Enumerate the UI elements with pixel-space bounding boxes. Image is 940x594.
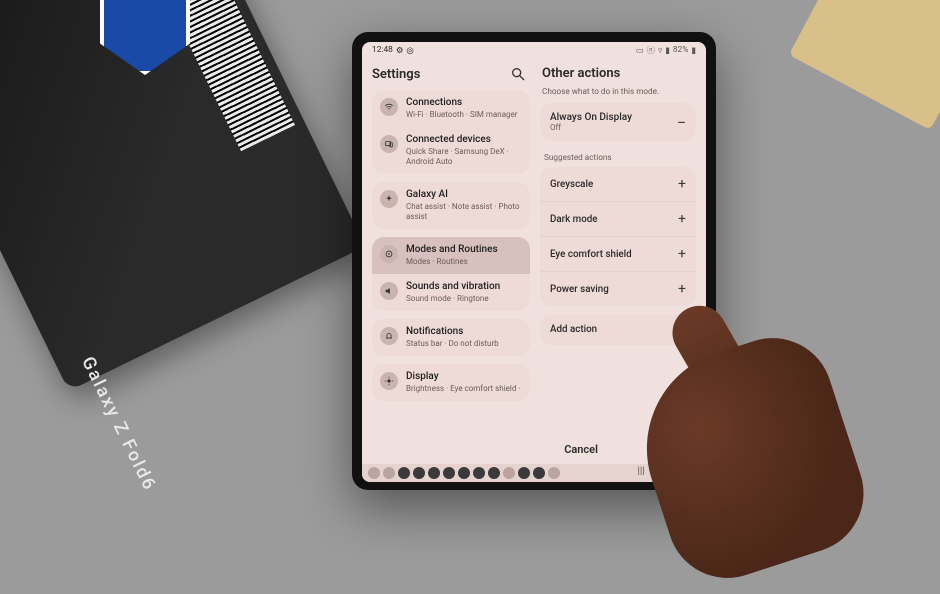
add-icon: + xyxy=(678,246,686,262)
settings-group: Modes and Routines Modes · Routines Soun… xyxy=(372,237,530,311)
settings-item-galaxy-ai[interactable]: Galaxy AI Chat assist · Note assist · Ph… xyxy=(372,182,530,229)
taskbar-app-icon[interactable] xyxy=(503,467,515,479)
wifi-icon: ▿ xyxy=(658,45,662,56)
settings-item-notifications[interactable]: Notifications Status bar · Do not distur… xyxy=(372,319,530,356)
sound-icon xyxy=(380,282,398,300)
taskbar-app-icon[interactable] xyxy=(398,467,410,479)
add-icon: + xyxy=(678,281,686,297)
action-always-on-display[interactable]: Always On Display Off − xyxy=(540,103,696,141)
suggestion-label: Dark mode xyxy=(550,214,598,225)
item-subtitle: Modes · Routines xyxy=(406,257,498,267)
devices-icon xyxy=(380,135,398,153)
item-title: Notifications xyxy=(406,326,499,338)
item-title: Display xyxy=(406,371,520,383)
item-subtitle: Status bar · Do not disturb xyxy=(406,339,499,349)
add-icon: + xyxy=(678,176,686,192)
bell-icon xyxy=(380,327,398,345)
item-subtitle: Wi-Fi · Bluetooth · SIM manager xyxy=(406,110,517,120)
status-indicator-icon: ⚙ xyxy=(396,45,404,56)
card-title: Always On Display xyxy=(550,112,632,123)
taskbar-app-icon[interactable] xyxy=(548,467,560,479)
finder-icon[interactable] xyxy=(383,467,395,479)
suggested-power-saving[interactable]: Power saving + xyxy=(540,271,696,306)
cast-icon: ▭ xyxy=(636,45,644,56)
page-title: Other actions xyxy=(540,64,696,87)
settings-list[interactable]: Connections Wi-Fi · Bluetooth · SIM mana… xyxy=(372,90,530,409)
suggested-dark-mode[interactable]: Dark mode + xyxy=(540,201,696,236)
taskbar-app-icon[interactable] xyxy=(488,467,500,479)
settings-group: Notifications Status bar · Do not distur… xyxy=(372,319,530,356)
sparkle-icon xyxy=(380,190,398,208)
taskbar-app-icon[interactable] xyxy=(458,467,470,479)
box-label: Galaxy Z Fold6 xyxy=(77,353,160,494)
item-title: Connections xyxy=(406,97,517,109)
wifi-icon xyxy=(380,98,398,116)
suggestion-label: Power saving xyxy=(550,284,609,295)
taskbar-app-icon[interactable] xyxy=(518,467,530,479)
item-title: Modes and Routines xyxy=(406,244,498,256)
battery-text: 82% xyxy=(673,45,689,55)
settings-item-connected-devices[interactable]: Connected devices Quick Share · Samsung … xyxy=(372,127,530,174)
settings-group: Connections Wi-Fi · Bluetooth · SIM mana… xyxy=(372,90,530,174)
taskbar-app-icon[interactable] xyxy=(428,467,440,479)
suggested-greyscale[interactable]: Greyscale + xyxy=(540,167,696,201)
card-value: Off xyxy=(550,123,632,132)
nfc-icon: ⓝ xyxy=(647,44,655,56)
modes-icon xyxy=(380,245,398,263)
taskbar-app-icon[interactable] xyxy=(473,467,485,479)
taskbar-app-icon[interactable] xyxy=(443,467,455,479)
add-action-label: Add action xyxy=(550,324,597,335)
item-subtitle: Quick Share · Samsung DeX · Android Auto xyxy=(406,147,522,167)
product-box-prop: Galaxy Z Fold6 xyxy=(0,0,365,391)
settings-item-connections[interactable]: Connections Wi-Fi · Bluetooth · SIM mana… xyxy=(372,90,530,127)
wood-block-prop xyxy=(789,0,940,130)
clock: 12:48 xyxy=(372,45,393,55)
status-bar: 12:48 ⚙ ◎ ▭ ⓝ ▿ ▮ 82% ▮ xyxy=(362,42,706,58)
item-subtitle: Brightness · Eye comfort shield · xyxy=(406,384,520,394)
settings-item-display[interactable]: Display Brightness · Eye comfort shield … xyxy=(372,364,530,401)
suggested-actions-label: Suggested actions xyxy=(540,149,696,167)
item-subtitle: Chat assist · Note assist · Photo assist xyxy=(406,202,522,222)
remove-action-button[interactable]: − xyxy=(677,113,686,132)
taskbar-app-icon[interactable] xyxy=(413,467,425,479)
settings-title: Settings xyxy=(372,67,420,82)
search-button[interactable] xyxy=(510,66,526,82)
settings-group: Galaxy AI Chat assist · Note assist · Ph… xyxy=(372,182,530,229)
suggested-actions-list: Greyscale + Dark mode + Eye comfort shie… xyxy=(540,167,696,306)
settings-group: Display Brightness · Eye comfort shield … xyxy=(372,364,530,401)
nav-recents[interactable]: ||| xyxy=(637,466,644,481)
settings-pane: Settings Connections Wi-Fi · Bluetooth ·… xyxy=(362,58,534,464)
item-subtitle: Sound mode · Ringtone xyxy=(406,294,500,304)
suggested-eye-comfort[interactable]: Eye comfort shield + xyxy=(540,236,696,271)
item-title: Galaxy AI xyxy=(406,189,522,201)
taskbar-app-icon[interactable] xyxy=(533,467,545,479)
item-title: Sounds and vibration xyxy=(406,281,500,293)
status-indicator-icon: ◎ xyxy=(406,45,413,56)
settings-item-sounds[interactable]: Sounds and vibration Sound mode · Ringto… xyxy=(372,274,530,311)
page-hint: Choose what to do in this mode. xyxy=(540,87,696,103)
app-drawer-icon[interactable] xyxy=(368,467,380,479)
add-icon: + xyxy=(678,211,686,227)
sun-icon xyxy=(380,372,398,390)
battery-icon: ▮ xyxy=(691,45,696,56)
item-title: Connected devices xyxy=(406,134,522,146)
suggestion-label: Eye comfort shield xyxy=(550,249,632,260)
suggestion-label: Greyscale xyxy=(550,179,593,190)
signal-icon: ▮ xyxy=(665,45,670,56)
settings-item-modes-routines[interactable]: Modes and Routines Modes · Routines xyxy=(372,237,530,274)
search-icon xyxy=(510,66,526,82)
cancel-button[interactable]: Cancel xyxy=(564,443,598,456)
